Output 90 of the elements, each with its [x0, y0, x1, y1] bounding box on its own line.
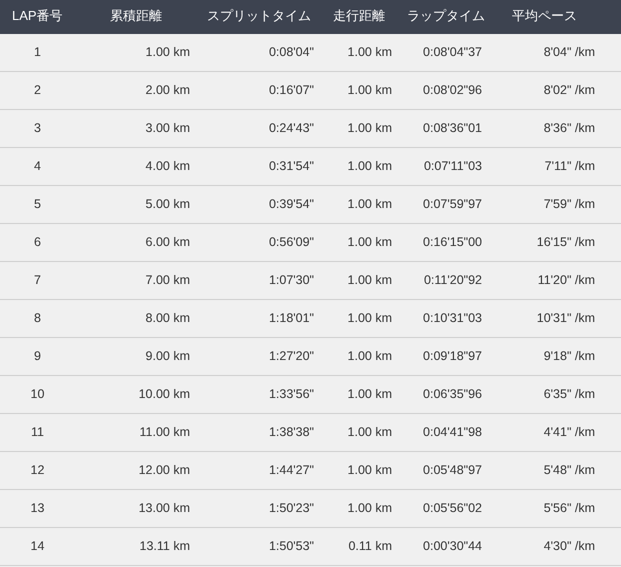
table-cell: 11'20" /km — [488, 262, 621, 300]
table-cell: 1.00 km — [320, 490, 398, 528]
table-cell: 6 — [0, 224, 75, 262]
table-cell: 10.00 km — [75, 376, 195, 414]
column-header: 走行距離 — [320, 0, 398, 34]
table-cell: 5'48" /km — [488, 452, 621, 490]
table-cell: 7.00 km — [75, 262, 195, 300]
table-cell: 1.00 km — [320, 224, 398, 262]
table-cell: 1:33'56" — [195, 376, 320, 414]
table-cell: 0:07'11"03 — [398, 148, 488, 186]
table-cell: 4 — [0, 148, 75, 186]
table-cell: 0:07'59"97 — [398, 186, 488, 224]
table-cell: 7 — [0, 262, 75, 300]
table-cell: 12 — [0, 452, 75, 490]
table-cell: 0:10'31"03 — [398, 300, 488, 338]
table-cell: 0:56'09" — [195, 224, 320, 262]
table-cell: 1.00 km — [320, 376, 398, 414]
table-cell: 5'56" /km — [488, 490, 621, 528]
table-cell: 13.11 km — [75, 528, 195, 566]
table-cell: 13.00 km — [75, 490, 195, 528]
table-cell: 4.00 km — [75, 148, 195, 186]
table-cell: 8'02" /km — [488, 72, 621, 110]
table-cell: 8.00 km — [75, 300, 195, 338]
table-cell: 1.00 km — [320, 262, 398, 300]
table-cell: 9.00 km — [75, 338, 195, 376]
table-cell: 0:08'02"96 — [398, 72, 488, 110]
table-cell: 1.00 km — [320, 148, 398, 186]
table-cell: 1:07'30" — [195, 262, 320, 300]
column-header: 平均ペース — [488, 0, 621, 34]
table-cell: 10'31" /km — [488, 300, 621, 338]
table-cell: 9 — [0, 338, 75, 376]
table-cell: 3 — [0, 110, 75, 148]
column-header: スプリットタイム — [195, 0, 320, 34]
table-cell: 0:04'41"98 — [398, 414, 488, 452]
table-cell: 0:08'04"37 — [398, 34, 488, 72]
table-cell: 1.00 km — [320, 34, 398, 72]
table-cell: 1:38'38" — [195, 414, 320, 452]
table-cell: 0:05'48"97 — [398, 452, 488, 490]
table-cell: 8'36" /km — [488, 110, 621, 148]
table-cell: 8'04" /km — [488, 34, 621, 72]
table-cell: 5.00 km — [75, 186, 195, 224]
table-cell: 1.00 km — [320, 414, 398, 452]
table-cell: 4'30" /km — [488, 528, 621, 566]
table-cell: 1.00 km — [320, 338, 398, 376]
table-cell: 1.00 km — [320, 186, 398, 224]
table-cell: 0:16'07" — [195, 72, 320, 110]
table-cell: 1.00 km — [75, 34, 195, 72]
table-cell: 1:50'53" — [195, 528, 320, 566]
table-cell: 7'59" /km — [488, 186, 621, 224]
table-cell: 1.00 km — [320, 72, 398, 110]
table-cell: 11 — [0, 414, 75, 452]
table-cell: 7'11" /km — [488, 148, 621, 186]
column-header: LAP番号 — [0, 0, 75, 34]
table-cell: 1 — [0, 34, 75, 72]
table-cell: 2.00 km — [75, 72, 195, 110]
table-cell: 1.00 km — [320, 452, 398, 490]
table-cell: 0:11'20"92 — [398, 262, 488, 300]
table-cell: 4'41" /km — [488, 414, 621, 452]
table-cell: 1:18'01" — [195, 300, 320, 338]
table-cell: 0:05'56"02 — [398, 490, 488, 528]
table-cell: 0:09'18"97 — [398, 338, 488, 376]
table-cell: 1:50'23" — [195, 490, 320, 528]
table-cell: 13 — [0, 490, 75, 528]
table-cell: 0:08'36"01 — [398, 110, 488, 148]
table-cell: 1:27'20" — [195, 338, 320, 376]
table-cell: 3.00 km — [75, 110, 195, 148]
column-header: ラップタイム — [398, 0, 488, 34]
table-cell: 0.11 km — [320, 528, 398, 566]
table-cell: 0:24'43" — [195, 110, 320, 148]
table-cell: 6'35" /km — [488, 376, 621, 414]
table-cell: 1.00 km — [320, 300, 398, 338]
column-header: 累積距離 — [75, 0, 195, 34]
table-cell: 1:44'27" — [195, 452, 320, 490]
table-cell: 11.00 km — [75, 414, 195, 452]
table-cell: 6.00 km — [75, 224, 195, 262]
table-cell: 1.00 km — [320, 110, 398, 148]
table-cell: 0:39'54" — [195, 186, 320, 224]
table-cell: 16'15" /km — [488, 224, 621, 262]
table-cell: 0:16'15"00 — [398, 224, 488, 262]
table-cell: 8 — [0, 300, 75, 338]
table-cell: 2 — [0, 72, 75, 110]
table-cell: 9'18" /km — [488, 338, 621, 376]
table-cell: 14 — [0, 528, 75, 566]
table-cell: 12.00 km — [75, 452, 195, 490]
table-cell: 0:08'04" — [195, 34, 320, 72]
table-cell: 0:06'35"96 — [398, 376, 488, 414]
table-cell: 5 — [0, 186, 75, 224]
table-cell: 0:31'54" — [195, 148, 320, 186]
table-cell: 10 — [0, 376, 75, 414]
table-cell: 0:00'30"44 — [398, 528, 488, 566]
